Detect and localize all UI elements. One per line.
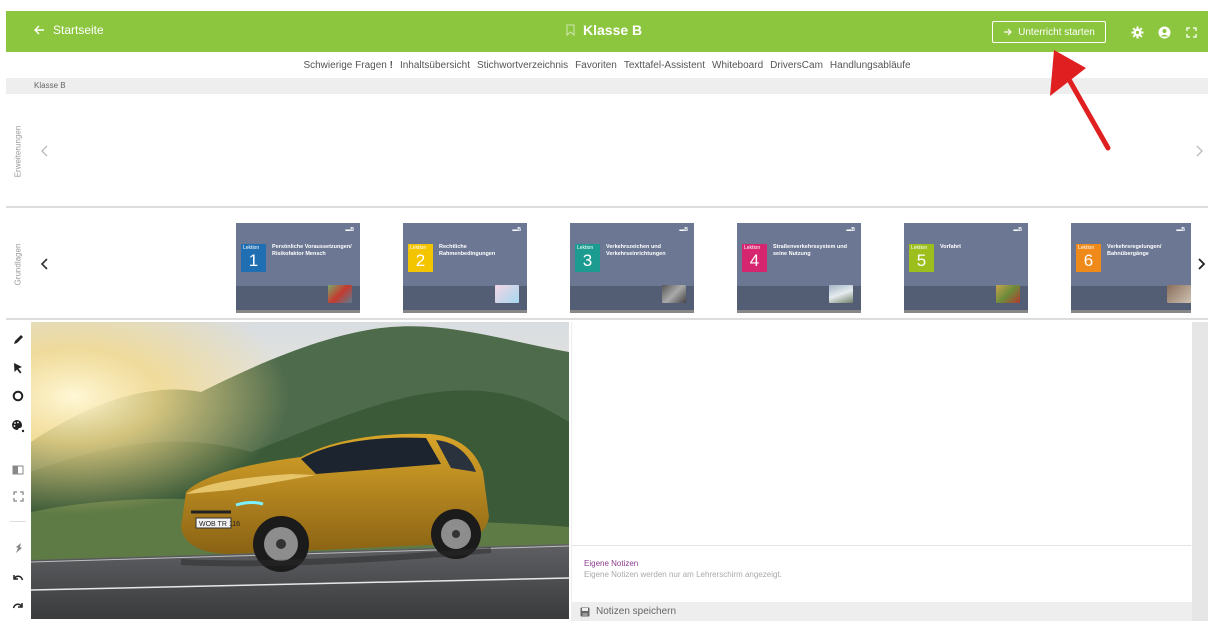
- nav-item-whiteboard[interactable]: Whiteboard: [712, 60, 763, 71]
- nav-item-texttafel[interactable]: Texttafel-Assistent: [624, 60, 705, 71]
- notes-title: Eigene Notizen: [584, 559, 639, 568]
- lesson-thumbnail: [662, 285, 686, 303]
- lesson-badge: Lektion 4: [742, 244, 767, 272]
- lesson-badge: Lektion 6: [1076, 244, 1101, 272]
- lesson-title: Straßenverkehrssystem und seine Nutzung: [773, 244, 847, 257]
- lesson-title: Persönliche Voraussetzungen/ Risikofakto…: [272, 244, 352, 257]
- chevron-right-icon[interactable]: [1192, 144, 1206, 158]
- brand-logo: ▬B: [345, 227, 354, 233]
- app: Startseite Klasse B Unterricht starten S…: [0, 0, 1213, 621]
- lesson-card-2[interactable]: ▬B Lektion 2 Rechtliche Rahmenbedingungen: [403, 223, 527, 313]
- page-title: Klasse B: [566, 22, 642, 38]
- redo-icon[interactable]: [10, 598, 26, 614]
- arrow-right-icon: [1004, 28, 1012, 36]
- lesson-card-1[interactable]: ▬B Lektion 1 Persönliche Voraussetzungen/…: [236, 223, 360, 313]
- circle-icon[interactable]: [10, 388, 26, 404]
- start-lesson-label: Unterricht starten: [1018, 26, 1095, 38]
- palette-icon[interactable]: [10, 418, 26, 434]
- start-lesson-button[interactable]: Unterricht starten: [992, 21, 1106, 43]
- lesson-title: Rechtliche Rahmenbedingungen: [439, 244, 496, 257]
- nav-item-contents[interactable]: Inhaltsübersicht: [400, 60, 470, 71]
- basics-section: Grundlagen ▬B Lektion 1 Persönliche Vorau…: [6, 210, 1208, 320]
- pencil-icon[interactable]: [10, 332, 26, 348]
- gear-icon[interactable]: [1128, 23, 1146, 41]
- brand-logo: ▬B: [512, 227, 521, 233]
- bookmark-icon: [566, 24, 575, 36]
- lesson-title: Verkehrszeichen und Verkehrseinrichtunge…: [606, 244, 666, 257]
- extensions-section: Erweiterungen: [6, 96, 1208, 208]
- lesson-card-4[interactable]: ▬B Lektion 4 Straßenverkehrssystem und se…: [737, 223, 861, 313]
- fullscreen-icon[interactable]: [1182, 23, 1200, 41]
- notes-panel: Eigene Notizen Eigene Notizen werden nur…: [571, 322, 1192, 621]
- lesson-badge: Lektion 5: [909, 244, 934, 272]
- main-nav: Schwierige Fragen ! Inhaltsübersicht Sti…: [6, 52, 1208, 78]
- lesson-card-6[interactable]: ▬B Lektion 6 Verkehrsregelungen/ Bahnüber…: [1071, 223, 1191, 313]
- book-icon[interactable]: [10, 462, 26, 478]
- notes-input-area[interactable]: Eigene Notizen Eigene Notizen werden nur…: [572, 545, 1191, 600]
- brand-logo: ▬B: [846, 227, 855, 233]
- lesson-title: Vorfahrt: [940, 244, 961, 250]
- chevron-left-icon[interactable]: [38, 144, 52, 158]
- user-circle-icon[interactable]: [1155, 23, 1173, 41]
- lesson-card-5[interactable]: ▬B Lektion 5 Vorfahrt: [904, 223, 1028, 313]
- extensions-label: Erweiterungen: [13, 125, 23, 177]
- lesson-badge: Lektion 2: [408, 244, 433, 272]
- brand-logo: ▬B: [1013, 227, 1022, 233]
- nav-item-favorites[interactable]: Favoriten: [575, 60, 617, 71]
- breadcrumb[interactable]: Klasse B: [6, 78, 1208, 94]
- undo-icon[interactable]: [10, 570, 26, 586]
- save-notes-button[interactable]: Notizen speichern: [572, 602, 1192, 621]
- lesson-badge: Lektion 1: [241, 244, 266, 272]
- lesson-badge: Lektion 3: [575, 244, 600, 272]
- chevron-left-icon[interactable]: [38, 257, 52, 271]
- expand-icon[interactable]: [10, 488, 26, 504]
- save-notes-label: Notizen speichern: [596, 606, 677, 617]
- license-plate: WOB TR 116: [199, 521, 240, 528]
- lesson-card-3[interactable]: ▬B Lektion 3 Verkehrszeichen und Verkehrs…: [570, 223, 694, 313]
- nav-item-procedures[interactable]: Handlungsabläufe: [830, 60, 911, 71]
- brand-logo: ▬B: [1176, 227, 1185, 233]
- lesson-image[interactable]: WOB TR 116: [31, 322, 569, 619]
- arrow-left-icon: [34, 25, 44, 35]
- top-bar: Startseite Klasse B Unterricht starten: [6, 11, 1208, 52]
- basics-label: Grundlagen: [13, 243, 23, 285]
- lesson-thumbnail: [328, 285, 352, 303]
- lesson-thumbnail: [996, 285, 1020, 303]
- lesson-thumbnail: [495, 285, 519, 303]
- nav-exclamation: !: [389, 59, 393, 71]
- nav-item-driverscam[interactable]: DriversCam: [770, 60, 823, 71]
- chevron-right-icon[interactable]: [1194, 257, 1208, 271]
- page-title-text: Klasse B: [583, 22, 643, 38]
- back-label: Startseite: [53, 23, 104, 37]
- lesson-title: Verkehrsregelungen/ Bahnübergänge: [1107, 244, 1162, 257]
- lesson-thumbnail: [829, 285, 853, 303]
- nav-item-difficult-questions[interactable]: Schwierige Fragen !: [303, 60, 393, 71]
- lesson-thumbnail: [1167, 285, 1191, 303]
- notes-hint: Eigene Notizen werden nur am Lehrerschir…: [584, 570, 782, 579]
- back-to-start-link[interactable]: Startseite: [34, 23, 104, 37]
- nav-item-keyword-index[interactable]: Stichwortverzeichnis: [477, 60, 568, 71]
- drawing-toolbar: [6, 322, 30, 621]
- pointer-icon[interactable]: [10, 360, 26, 376]
- toolbar-divider: [10, 521, 26, 522]
- right-scrollbar[interactable]: [1192, 322, 1208, 621]
- brand-logo: ▬B: [679, 227, 688, 233]
- pin-icon[interactable]: [10, 540, 26, 556]
- save-icon: [580, 607, 590, 616]
